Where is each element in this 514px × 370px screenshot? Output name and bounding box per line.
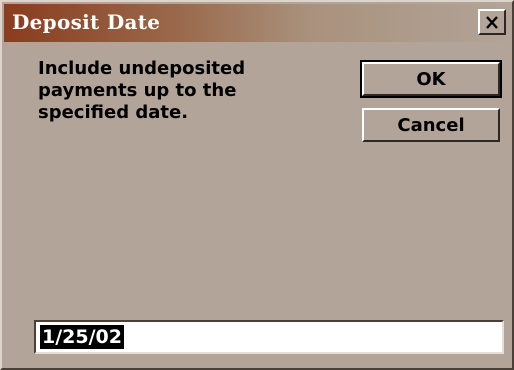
close-button[interactable] — [478, 9, 506, 35]
close-x-icon — [486, 15, 498, 29]
message-line-3: specified date. — [38, 102, 189, 123]
window-title: Deposit Date — [12, 10, 161, 34]
cancel-button[interactable]: Cancel — [362, 108, 500, 142]
deposit-date-input[interactable]: 1/25/02 — [34, 320, 504, 354]
deposit-date-dialog: Deposit Date Include undeposited payment… — [0, 0, 514, 370]
message-line-2: payments up to the — [38, 80, 237, 101]
date-value-selected: 1/25/02 — [40, 325, 124, 349]
message-line-1: Include undeposited — [38, 58, 246, 79]
ok-button[interactable]: OK — [360, 60, 502, 98]
title-bar[interactable]: Deposit Date — [4, 4, 510, 42]
instruction-message: Include undeposited payments up to the s… — [38, 58, 328, 124]
